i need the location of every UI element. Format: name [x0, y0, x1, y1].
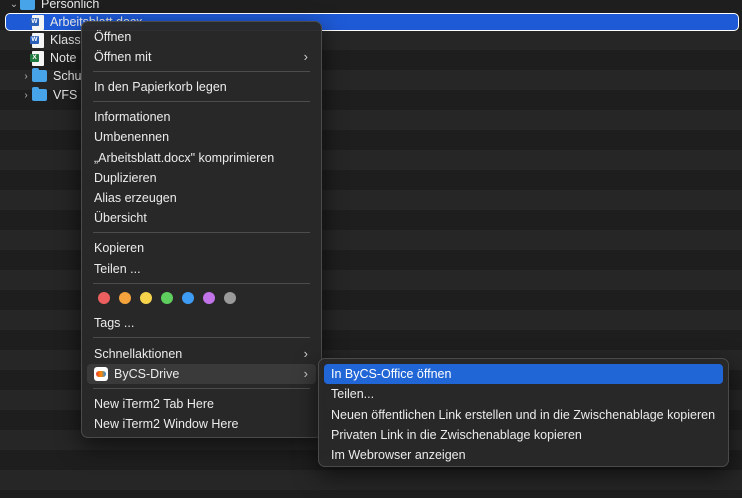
folder-icon [32, 87, 47, 101]
submenu-item-open-in-office[interactable]: In ByCS-Office öffnen [324, 364, 723, 384]
menu-item-compress[interactable]: „Arbeitsblatt.docx" komprimieren [87, 148, 316, 168]
menu-item-share[interactable]: Teilen ... [87, 259, 316, 279]
menu-item-iterm-window[interactable]: New iTerm2 Window Here [87, 414, 316, 434]
menu-item-open[interactable]: Öffnen [87, 27, 316, 47]
context-menu: Öffnen Öffnen mit › In den Papierkorb leg… [81, 21, 322, 438]
menu-item-get-info[interactable]: Informationen [87, 107, 316, 127]
submenu-item-private-link[interactable]: Privaten Link in die Zwischenablage kopi… [324, 425, 723, 445]
menu-separator [93, 232, 310, 233]
tag-blue[interactable] [182, 292, 194, 304]
chevron-down-icon[interactable]: ⌄ [8, 0, 20, 10]
tag-color-picker [98, 292, 236, 304]
chevron-right-icon: › [303, 49, 308, 64]
file-name: Note [50, 51, 77, 65]
submenu-item-share[interactable]: Teilen... [324, 384, 723, 404]
chevron-right-icon: › [303, 346, 308, 361]
bycs-drive-icon [94, 367, 108, 381]
chevron-right-icon[interactable]: › [20, 71, 32, 82]
menu-item-open-with[interactable]: Öffnen mit › [87, 47, 316, 67]
tag-purple[interactable] [203, 292, 215, 304]
submenu-item-show-in-browser[interactable]: Im Webrowser anzeigen [324, 445, 723, 465]
tag-red[interactable] [98, 292, 110, 304]
menu-separator [93, 71, 310, 72]
folder-name: VFS [53, 88, 78, 102]
menu-item-bycs-drive[interactable]: ByCS-Drive › [87, 364, 316, 384]
menu-item-iterm-tab[interactable]: New iTerm2 Tab Here [87, 394, 316, 414]
menu-item-move-to-trash[interactable]: In den Papierkorb legen [87, 77, 316, 97]
menu-item-copy[interactable]: Kopieren [87, 238, 316, 258]
folder-icon [20, 0, 35, 10]
folder-name: Persönlich [41, 0, 100, 11]
menu-separator [93, 388, 310, 389]
menu-item-quick-actions[interactable]: Schnellaktionen › [87, 344, 316, 364]
file-name: Klass [50, 33, 81, 47]
folder-icon [32, 68, 47, 82]
file-row-klass[interactable]: W Klass [20, 30, 81, 50]
word-document-icon: W [30, 32, 44, 48]
menu-item-make-alias[interactable]: Alias erzeugen [87, 188, 316, 208]
menu-separator [93, 101, 310, 102]
menu-item-duplicate[interactable]: Duplizieren [87, 168, 316, 188]
menu-item-rename[interactable]: Umbenennen [87, 127, 316, 147]
list-row [0, 470, 742, 490]
menu-item-tags[interactable]: Tags ... [87, 313, 316, 333]
file-row-note[interactable]: X Note [20, 48, 76, 68]
chevron-right-icon[interactable]: › [20, 90, 32, 101]
excel-document-icon: X [30, 50, 44, 66]
tag-gray[interactable] [224, 292, 236, 304]
tag-yellow[interactable] [140, 292, 152, 304]
folder-row-vfs[interactable]: › VFS [20, 85, 77, 105]
folder-row-schu[interactable]: › Schu [20, 66, 82, 86]
tag-orange[interactable] [119, 292, 131, 304]
menu-separator [93, 337, 310, 338]
menu-separator [93, 283, 310, 284]
menu-item-quick-look[interactable]: Übersicht [87, 208, 316, 228]
submenu-item-public-link[interactable]: Neuen öffentlichen Link erstellen und in… [324, 405, 723, 425]
bycs-drive-submenu: In ByCS-Office öffnen Teilen... Neuen öf… [318, 358, 729, 467]
word-document-icon: W [30, 14, 44, 30]
chevron-right-icon: › [303, 366, 308, 381]
tag-green[interactable] [161, 292, 173, 304]
folder-name: Schu [53, 69, 82, 83]
